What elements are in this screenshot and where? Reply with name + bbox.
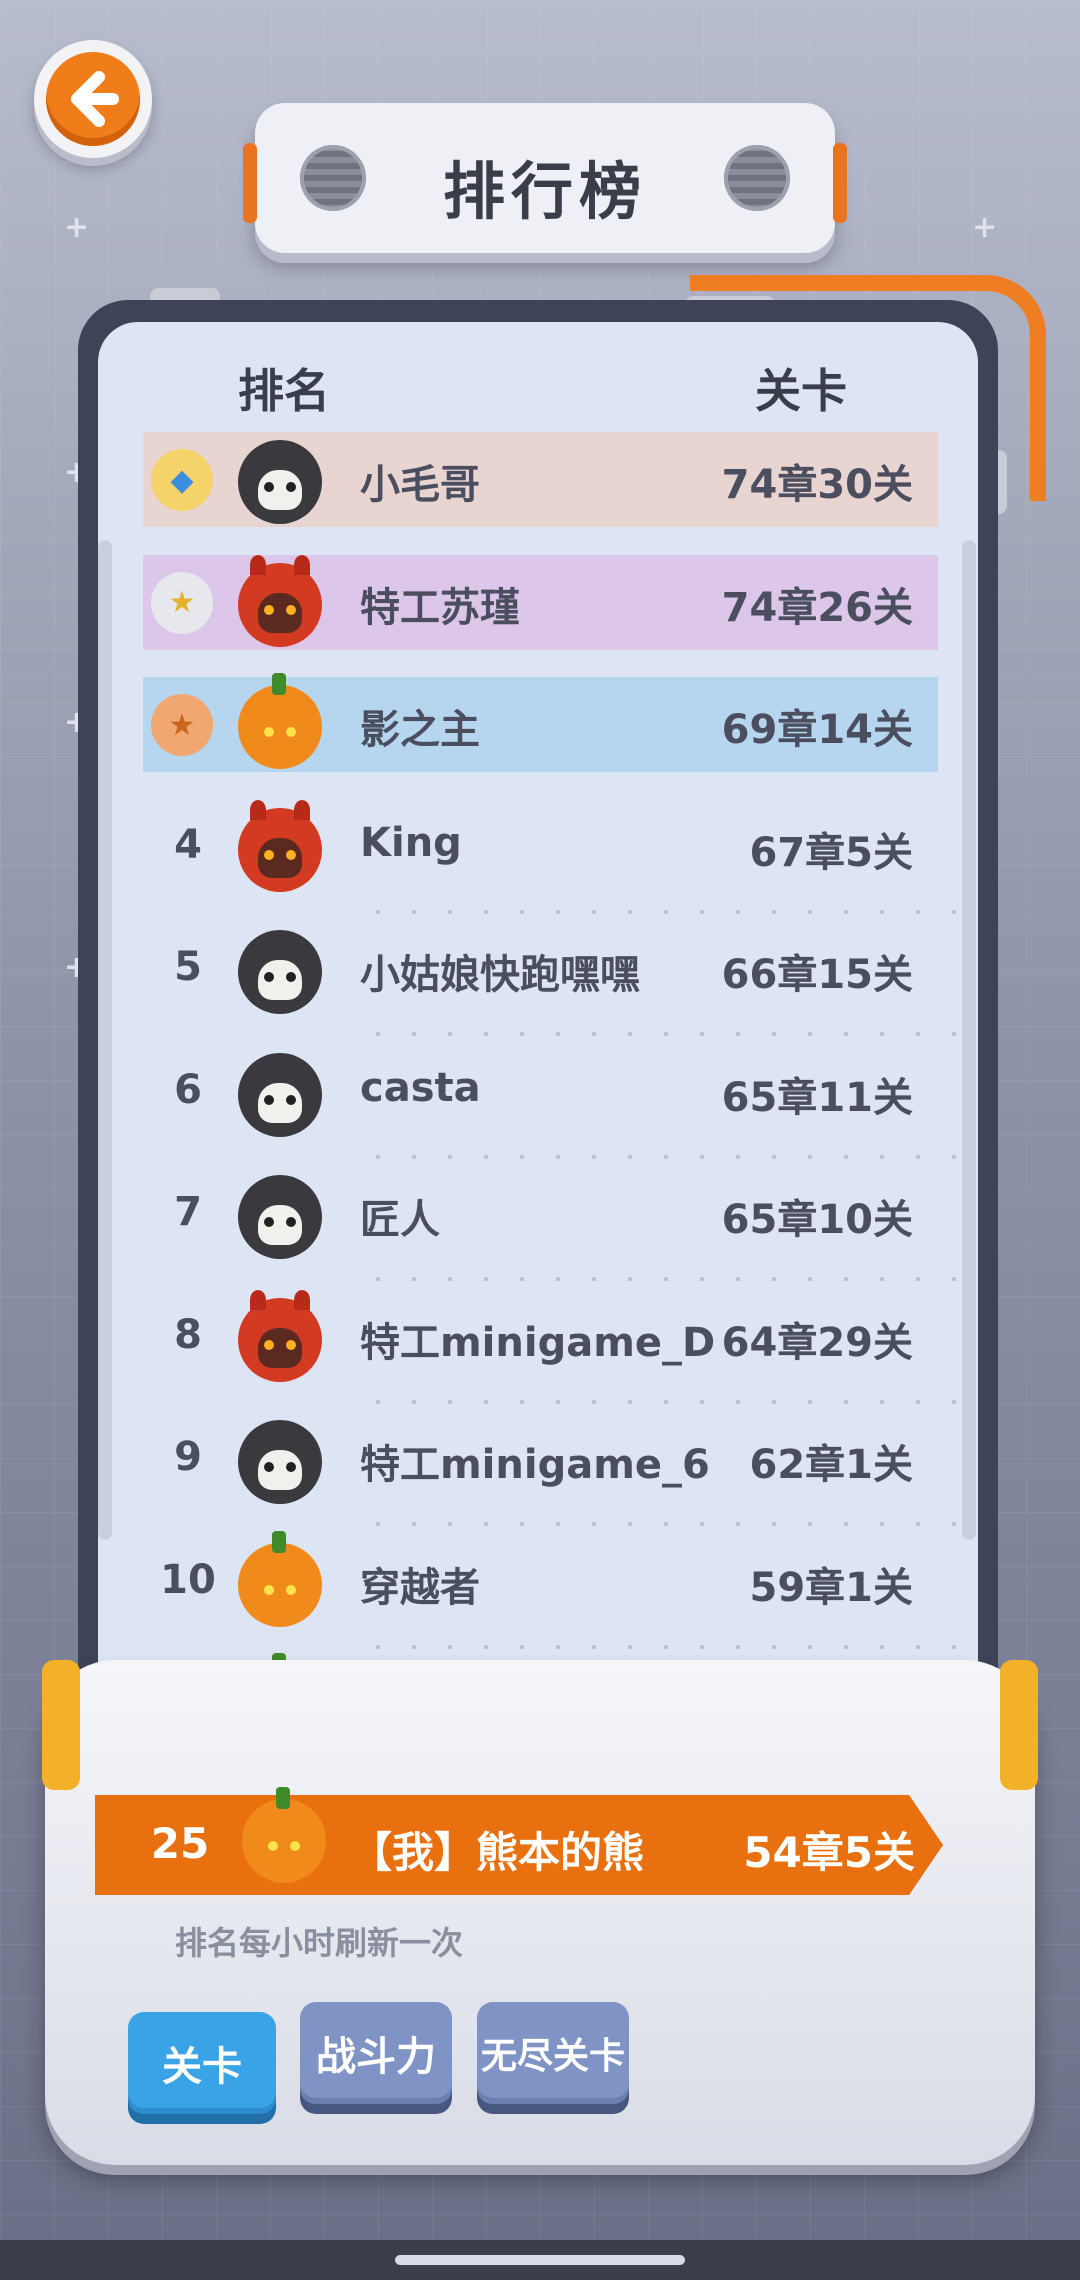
devil-avatar-icon	[238, 799, 322, 892]
back-arrow-icon	[46, 52, 140, 146]
decor-plus: +	[64, 210, 90, 245]
column-header-rank: 排名	[238, 364, 330, 418]
my-rank-number: 25	[150, 1819, 210, 1868]
pumpkin-avatar-icon	[238, 673, 322, 769]
leaderboard-row: 10 穿越者 59章1关	[98, 1530, 978, 1657]
rank-number: 8	[174, 1311, 202, 1358]
player-name: 小姑娘快跑嘿嘿	[360, 952, 640, 998]
reaper-avatar-icon	[238, 930, 322, 1014]
page-title: 排行榜	[442, 155, 647, 228]
leaderboard-row: ★ 特工苏瑾 74章26关	[98, 554, 978, 677]
player-name: 特工苏瑾	[360, 584, 520, 631]
reaper-avatar-icon	[238, 440, 322, 524]
player-name: 影之主	[360, 707, 480, 753]
row-divider	[360, 1399, 960, 1404]
leaderboard-row: 9 特工minigame_6 62章1关	[98, 1412, 978, 1534]
level-score: 66章15关	[721, 952, 913, 998]
rank-number: 7	[174, 1189, 202, 1235]
rank-number: 9	[174, 1434, 202, 1480]
title-plate: 排行榜	[243, 103, 847, 253]
devil-avatar-icon	[238, 554, 322, 647]
leaderboard-row: 5 小姑娘快跑嘿嘿 66章15关	[98, 922, 978, 1044]
rank-number: 6	[174, 1066, 202, 1113]
column-header-level: 关卡	[755, 364, 847, 418]
level-score: 62章1关	[749, 1442, 914, 1488]
player-name: 穿越者	[360, 1564, 480, 1611]
rank-number: 10	[160, 1556, 216, 1603]
level-score: 59章1关	[749, 1564, 914, 1611]
decor-plus: +	[972, 210, 998, 245]
player-name: King	[360, 819, 462, 866]
player-name: 匠人	[360, 1197, 440, 1243]
leaderboard-row: ★ 影之主 69章14关	[98, 673, 978, 799]
level-score: 65章10关	[721, 1197, 913, 1243]
pumpkin-avatar-icon	[238, 1530, 322, 1627]
reaper-avatar-icon	[238, 1175, 322, 1259]
pumpkin-avatar-icon	[242, 1787, 326, 1883]
my-player-name: 【我】熊本的熊	[350, 1828, 645, 1877]
row-divider	[360, 1032, 960, 1036]
level-score: 74章30关	[721, 462, 913, 508]
row-divider	[360, 909, 960, 914]
leaderboard-row: 8 特工minigame_D 64章29关	[98, 1289, 978, 1412]
row-divider	[360, 1644, 960, 1649]
player-name: 特工minigame_D	[360, 1319, 716, 1366]
diamond-medal-icon: ◆	[151, 449, 213, 511]
devil-avatar-icon	[238, 1289, 322, 1382]
tab-endless-level[interactable]: 无尽关卡	[477, 2002, 629, 2104]
leaderboard-row: ◆ 小毛哥 74章30关	[98, 432, 978, 554]
my-level-score: 54章5关	[743, 1828, 915, 1877]
player-name: 小毛哥	[360, 462, 480, 508]
row-divider	[360, 1277, 960, 1281]
leaderboard-row: 6 casta 65章11关	[98, 1045, 978, 1167]
level-score: 65章11关	[721, 1074, 913, 1121]
silver-medal-icon: ★	[151, 571, 213, 634]
reaper-avatar-icon	[238, 1420, 322, 1504]
player-name: casta	[360, 1064, 481, 1111]
reaper-avatar-icon	[238, 1052, 322, 1137]
my-rank-row: 25 【我】熊本的熊 54章5关	[95, 1787, 943, 1895]
refresh-note: 排名每小时刷新一次	[175, 1924, 464, 1962]
tab-level[interactable]: 关卡	[128, 2012, 276, 2114]
rank-number: 5	[174, 944, 202, 990]
level-score: 74章26关	[721, 584, 913, 631]
row-divider	[360, 1522, 960, 1526]
back-button[interactable]	[34, 40, 152, 158]
leaderboard-row: 7 匠人 65章10关	[98, 1167, 978, 1289]
level-score: 64章29关	[721, 1319, 913, 1366]
bronze-medal-icon: ★	[151, 694, 213, 756]
level-score: 69章14关	[721, 707, 913, 753]
rank-number: 4	[174, 821, 202, 868]
level-score: 67章5关	[749, 829, 914, 876]
home-indicator[interactable]	[395, 2255, 685, 2265]
row-divider	[360, 1154, 960, 1159]
leaderboard-row: 4 King 67章5关	[98, 799, 978, 922]
player-name: 特工minigame_6	[360, 1442, 710, 1488]
tab-combat-power[interactable]: 战斗力	[300, 2002, 452, 2104]
